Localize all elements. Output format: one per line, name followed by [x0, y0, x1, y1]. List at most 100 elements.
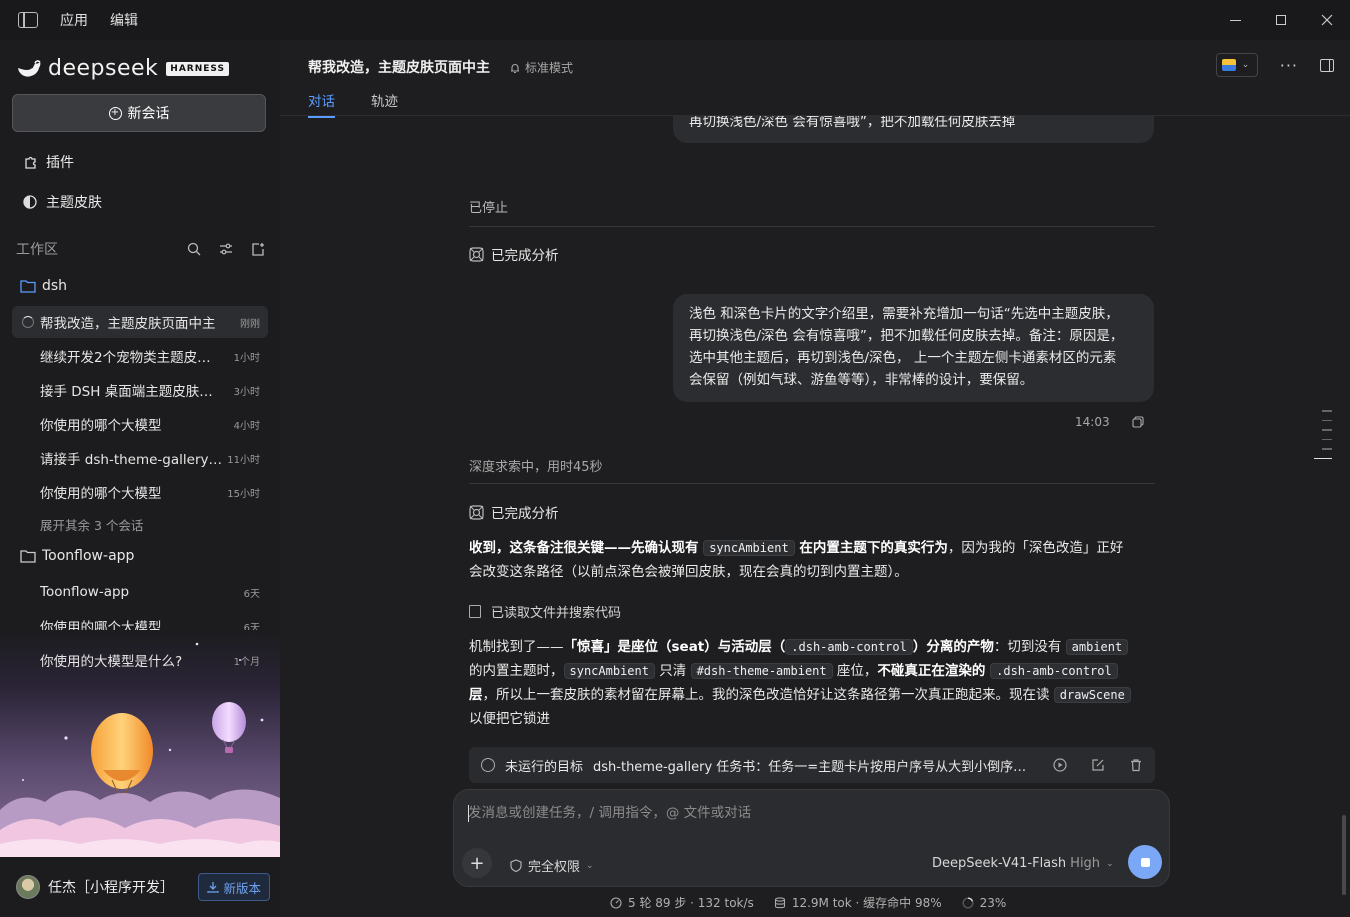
conversation-item[interactable]: Toonflow-app 6天	[12, 576, 268, 608]
analysis-done-row[interactable]: 已完成分析	[469, 502, 559, 522]
context-stat: 23%	[962, 895, 1007, 910]
play-icon[interactable]	[1053, 758, 1067, 772]
mode-badge[interactable]: 标准模式	[509, 59, 573, 76]
message-line: 会保留（例如气球、游鱼等等），非常棒的设计，要保留。	[689, 372, 1034, 388]
stop-generation-button[interactable]	[1128, 845, 1162, 879]
sidebar-item-label: 插件	[46, 155, 74, 171]
tab-trace[interactable]: 轨迹	[371, 90, 398, 118]
sidebar-item-label: 主题皮肤	[46, 195, 102, 211]
brand-name: deepseek	[48, 56, 159, 81]
message-input[interactable]	[468, 802, 1148, 824]
new-version-label: 新版本	[223, 880, 261, 896]
chat-scroll-area[interactable]: 再切换浅色/深色 会有惊喜哦”，把不加载任何皮肤去掉 已停止 已完成分析 浅色 …	[280, 40, 1350, 917]
new-chat-button[interactable]: + 新会话	[12, 94, 266, 132]
context-text: 23%	[979, 895, 1007, 910]
read-files-row[interactable]: 已读取文件并搜索代码	[469, 602, 621, 621]
scrollbar[interactable]	[1342, 815, 1346, 895]
conversation-title: 你使用的哪个大模型	[40, 486, 162, 502]
token-text: 12.9M tok · 缓存命中 98%	[791, 896, 942, 910]
conversation-item[interactable]: 你使用的哪个大模型 15小时	[12, 476, 268, 508]
tab-conversation[interactable]: 对话	[308, 90, 335, 118]
inline-code: ambient	[1065, 639, 1129, 655]
analysis-done-label: 已完成分析	[491, 506, 559, 522]
sidebar-item-themes[interactable]: 主题皮肤	[22, 192, 102, 212]
workspace-label: 工作区	[16, 242, 58, 258]
conversation-item[interactable]: 继续开发2个宠物类主题皮肤... 1小时	[12, 340, 268, 372]
search-icon[interactable]	[186, 241, 202, 257]
text-segment: 以便把它锁进	[469, 711, 550, 727]
edit-icon[interactable]	[1091, 758, 1105, 772]
text-segment: ：切到没有	[993, 639, 1066, 655]
conversation-time: 刚刚	[240, 318, 260, 330]
title-bar: 应用 编辑	[0, 0, 1350, 40]
mode-label: 标准模式	[525, 61, 574, 75]
reasoning-level: High	[1070, 856, 1101, 871]
conversation-item-active[interactable]: 帮我改造，主题皮肤页面中主 刚刚	[12, 306, 268, 338]
menu-edit[interactable]: 编辑	[110, 10, 138, 30]
window-controls	[1212, 0, 1350, 40]
copy-icon[interactable]	[1132, 416, 1144, 428]
folder-dsh[interactable]: dsh	[20, 278, 67, 294]
message-text: 再切换浅色/深色 会有惊喜哦”，把不加载任何皮肤去掉	[689, 114, 1016, 130]
new-version-button[interactable]: 新版本	[198, 873, 270, 901]
minimize-button[interactable]	[1212, 0, 1258, 40]
thinking-status[interactable]: 深度求索中，用时45秒	[469, 456, 603, 475]
analysis-done-row[interactable]: 已完成分析	[469, 244, 559, 264]
sidebar-item-plugins[interactable]: 插件	[22, 152, 74, 172]
expand-more-link[interactable]: 展开其余 3 个会话	[40, 515, 143, 534]
text-segment: 只清	[654, 663, 691, 679]
minimap-mark[interactable]	[1322, 429, 1332, 431]
user-bar: 任杰［小程序开发］ 新版本	[0, 857, 280, 917]
project-selector[interactable]: ⌄	[1215, 53, 1258, 77]
folder-toonflow[interactable]: Toonflow-app	[20, 548, 134, 564]
text-segment: 层	[469, 687, 483, 703]
gauge-icon	[610, 896, 622, 909]
conversation-title: 请接手 dsh-theme-gallery ...	[40, 452, 222, 468]
harness-badge: HARNESS	[166, 61, 229, 76]
message-line: 选中其他主题后，再切到浅色/深色， 上一个主题左侧卡通素材区的元素	[689, 350, 1117, 366]
half-circle-icon	[22, 194, 38, 210]
right-panel-icon[interactable]	[1320, 58, 1334, 72]
avatar[interactable]	[16, 875, 40, 899]
minimize-icon	[1229, 19, 1241, 21]
add-attachment-button[interactable]: +	[462, 848, 492, 878]
more-options-icon[interactable]: ···	[1280, 56, 1298, 75]
read-files-label: 已读取文件并搜索代码	[491, 606, 622, 621]
conversation-title: 你使用的哪个大模型	[40, 418, 162, 434]
user-name[interactable]: 任杰［小程序开发］	[48, 877, 174, 897]
minimap-mark[interactable]	[1322, 419, 1332, 421]
pending-goal-bar[interactable]: 未运行的目标 dsh-theme-gallery 任务书：任务一=主题卡片按用户…	[469, 747, 1155, 783]
stopped-status: 已停止	[469, 201, 509, 216]
message-minimap[interactable]	[1314, 410, 1332, 467]
chat-header: 帮我改造，主题皮肤页面中主 标准模式 对话 轨迹 ⌄ ···	[280, 40, 1350, 118]
trash-icon[interactable]	[1129, 758, 1143, 772]
maximize-icon	[1276, 15, 1286, 25]
context-ring-icon	[962, 896, 974, 909]
minimap-mark[interactable]	[1322, 410, 1332, 412]
minimap-mark[interactable]	[1322, 438, 1332, 440]
folder-name: Toonflow-app	[42, 548, 135, 564]
conversation-title: 接手 DSH 桌面端主题皮肤插...	[40, 384, 222, 400]
speed-text: 5 轮 89 步 · 132 tok/s	[628, 896, 754, 910]
maximize-button[interactable]	[1258, 0, 1304, 40]
minimap-mark-active[interactable]	[1314, 457, 1332, 459]
conversation-item[interactable]: 接手 DSH 桌面端主题皮肤插... 3小时	[12, 374, 268, 406]
minimap-mark[interactable]	[1322, 448, 1332, 450]
divider	[469, 226, 1155, 227]
menu-app[interactable]: 应用	[60, 10, 88, 30]
conversation-time: 11小时	[227, 454, 260, 466]
conversation-item[interactable]: 你使用的哪个大模型 4小时	[12, 408, 268, 440]
message-line: 浅色 和深色卡片的文字介绍里，需要补充增加一句话“先选中主题皮肤，	[689, 306, 1119, 322]
filter-sliders-icon[interactable]	[218, 241, 234, 257]
conversation-time: 15小时	[227, 488, 260, 500]
new-folder-icon[interactable]	[250, 241, 266, 257]
close-button[interactable]	[1304, 0, 1350, 40]
conversation-item[interactable]: 请接手 dsh-theme-gallery ... 11小时	[12, 442, 268, 474]
chevron-down-icon: ⌄	[1241, 60, 1250, 70]
conversation-item[interactable]: 你使用的大模型是什么? 1个月	[12, 644, 268, 676]
assistant-paragraph: 机制找到了——「惊喜」是座位（seat）与活动层（ .dsh-amb-contro…	[469, 635, 1159, 731]
model-selector[interactable]: DeepSeek-V41-Flash High ⌄	[932, 856, 1114, 871]
sidebar-toggle-icon[interactable]	[18, 12, 38, 28]
permission-selector[interactable]: 完全权限 ⌄	[510, 856, 594, 875]
folder-icon	[20, 549, 36, 563]
